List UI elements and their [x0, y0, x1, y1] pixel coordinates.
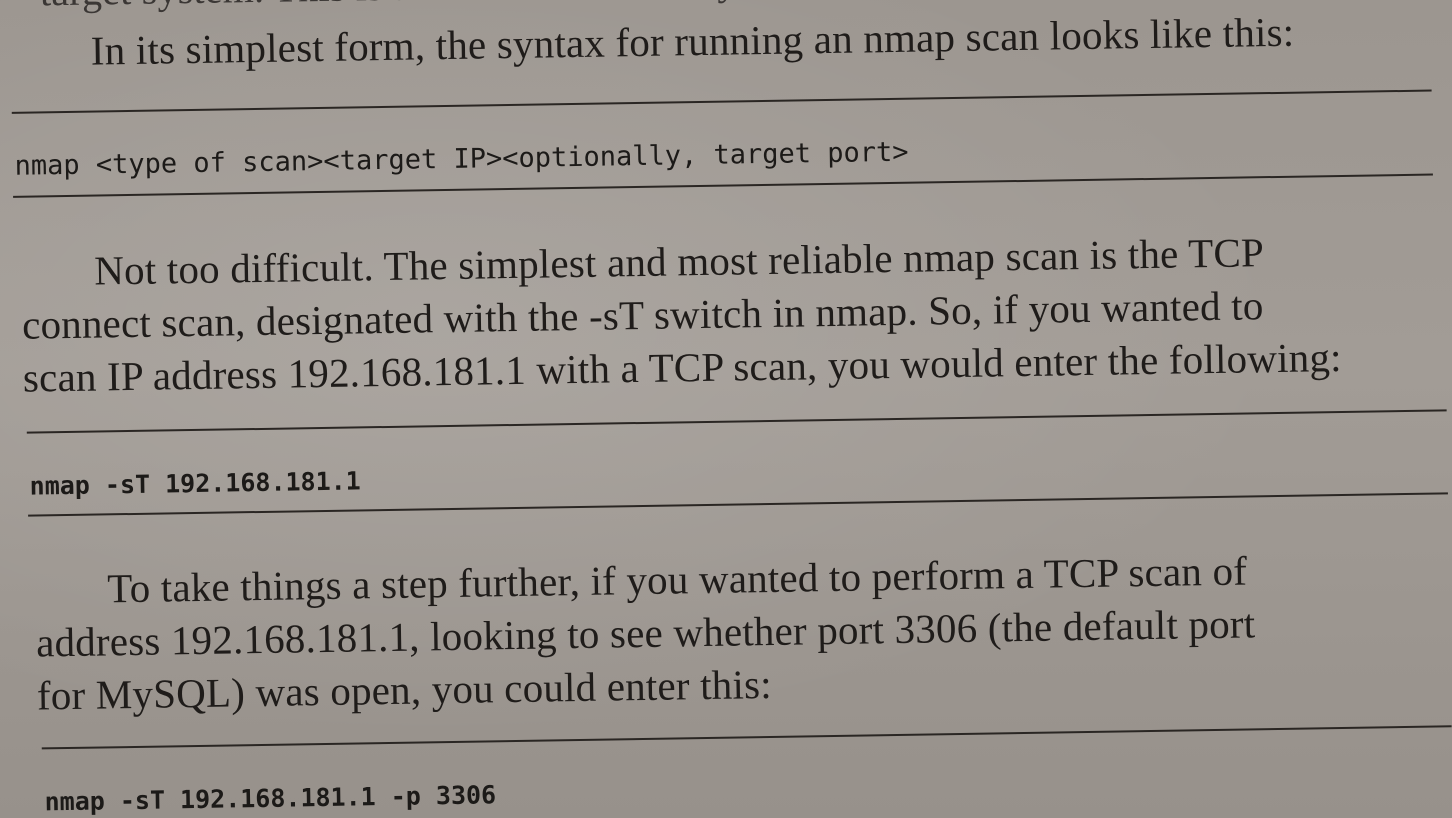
- code-block-2: nmap -sT 192.168.181.1: [29, 466, 361, 501]
- paragraph-3-line-3: for MySQL) was open, you could enter thi…: [36, 660, 773, 719]
- paragraph-1: In its simplest form, the syntax for run…: [90, 8, 1295, 74]
- paragraph-3-line-1: To take things a step further, if you wa…: [106, 547, 1248, 612]
- cut-off-top-line: target system. This is a crucial skill f…: [40, 0, 738, 14]
- paragraph-2-line-1: Not too difficult. The simplest and most…: [93, 229, 1265, 294]
- code-block-3: nmap -sT 192.168.181.1 -p 3306: [44, 780, 497, 817]
- code-block-2-top-rule: [26, 409, 1447, 434]
- book-page: target system. This is a crucial skill f…: [0, 0, 1452, 818]
- code-block-1: nmap <type of scan><target IP><optionall…: [14, 136, 909, 182]
- code-block-1-top-rule: [11, 89, 1432, 114]
- page-content: target system. This is a crucial skill f…: [0, 0, 1452, 818]
- code-block-3-top-rule: [41, 725, 1452, 750]
- paragraph-3-line-2: address 192.168.181.1, looking to see wh…: [35, 600, 1256, 666]
- paragraph-2-line-2: connect scan, designated with the -sT sw…: [21, 282, 1264, 348]
- paragraph-2-line-3: scan IP address 192.168.181.1 with a TCP…: [22, 333, 1343, 401]
